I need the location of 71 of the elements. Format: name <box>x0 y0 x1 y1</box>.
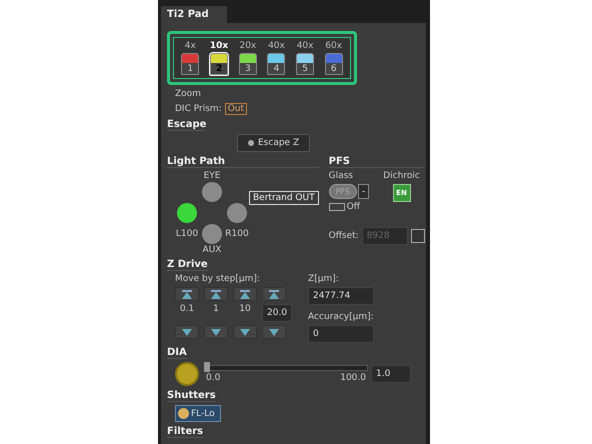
step-up-button[interactable] <box>204 287 228 301</box>
objective-button[interactable]: 5 <box>296 53 314 75</box>
step-value: 1 <box>212 304 220 316</box>
lamp-icon[interactable] <box>175 362 199 386</box>
accuracy-dropdown[interactable]: 0 <box>308 325 374 343</box>
up-arrow-icon <box>211 290 221 298</box>
section-title: Z Drive <box>167 259 208 271</box>
objective-label: 4x <box>184 41 196 51</box>
dic-prism-label: DIC Prism: <box>175 104 222 114</box>
dichroic-label: Dichroic <box>383 171 420 181</box>
step-up-button[interactable] <box>262 287 286 301</box>
z-label: Z[µm]: <box>308 274 340 284</box>
up-arrow-icon <box>182 290 192 298</box>
objective-button[interactable]: 4 <box>267 53 286 75</box>
step-down-button[interactable] <box>204 325 228 339</box>
step-value: 10 <box>238 304 252 316</box>
off-label: Off <box>346 202 360 212</box>
objective-button[interactable]: 6 <box>324 53 343 75</box>
step-down-button[interactable] <box>233 325 257 339</box>
section-title: Escape <box>167 119 206 131</box>
pfs-dropdown[interactable]: - <box>358 184 370 199</box>
section-title: Light Path <box>167 156 319 168</box>
glass-label: Glass <box>328 171 354 181</box>
objective-button[interactable]: 3 <box>238 53 257 75</box>
slider-max-label: 100.0 <box>340 373 366 383</box>
objective-label: 20x <box>239 41 256 51</box>
z-field[interactable]: 2477.74 <box>308 287 374 305</box>
section-title: DIA <box>167 347 187 359</box>
light-path-port[interactable] <box>227 203 247 223</box>
light-path-port[interactable] <box>177 203 197 223</box>
objective-button[interactable]: 1 <box>181 53 200 75</box>
step-up-button[interactable] <box>175 287 199 301</box>
objective-label: 40x <box>296 41 314 51</box>
off-indicator <box>328 203 345 211</box>
down-arrow-icon <box>211 328 221 336</box>
up-arrow-icon <box>240 290 250 298</box>
escape-z-button[interactable]: Escape Z <box>237 134 310 152</box>
accuracy-label: Accuracy[µm]: <box>308 312 374 322</box>
dia-field[interactable]: 1.0 <box>371 365 411 383</box>
port-label: EYE <box>204 171 220 181</box>
light-path-port[interactable] <box>202 182 222 202</box>
down-arrow-icon <box>269 328 279 336</box>
port-label: R100 <box>225 229 249 239</box>
offset-button[interactable] <box>410 229 425 243</box>
step-down-button[interactable] <box>262 325 286 339</box>
step-value: 0.1 <box>178 304 196 316</box>
down-arrow-icon <box>182 328 192 336</box>
port-label: AUX <box>202 245 222 255</box>
slider-thumb[interactable] <box>204 362 210 372</box>
dic-prism-value[interactable]: Out <box>224 103 248 115</box>
shutter-button[interactable]: FL-Lo <box>175 405 221 422</box>
zoom-label: Zoom <box>175 89 201 99</box>
slider-min-label: 0.0 <box>206 373 220 383</box>
step-down-button[interactable] <box>175 325 199 339</box>
section-title: PFS <box>328 156 425 168</box>
step-label: Move by step[µm]: <box>175 274 261 284</box>
port-label: L100 <box>176 229 198 239</box>
up-arrow-icon <box>269 290 279 298</box>
section-title: Filters <box>167 426 204 438</box>
dia-slider[interactable] <box>206 365 368 371</box>
offset-label: Offset: <box>328 231 359 241</box>
objective-label: 10x <box>210 41 228 51</box>
bertrand-label: Bertrand OUT <box>249 191 319 205</box>
panel-tab[interactable]: Ti2 Pad <box>161 6 227 23</box>
light-path-port[interactable] <box>202 224 222 244</box>
objective-label: 60x <box>325 41 342 51</box>
down-arrow-icon <box>240 328 250 336</box>
section-title: Shutters <box>167 390 216 402</box>
step-up-button[interactable] <box>233 287 257 301</box>
step-field[interactable]: 20.0 <box>262 304 292 322</box>
objective-label: 40x <box>268 41 285 51</box>
